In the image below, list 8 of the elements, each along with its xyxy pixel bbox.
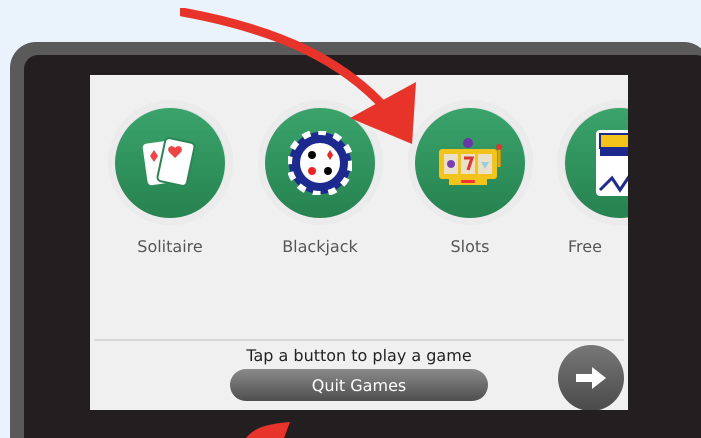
game-label: Free	[568, 237, 602, 256]
game-label: Slots	[450, 237, 490, 256]
arrow-right-icon	[576, 367, 606, 389]
quit-button[interactable]: Quit Games	[230, 369, 488, 401]
game-label: Blackjack	[282, 237, 358, 256]
game-label: Solitaire	[137, 237, 203, 256]
poker-chip-icon	[288, 130, 352, 194]
instruction-text: Tap a button to play a game	[246, 346, 472, 365]
